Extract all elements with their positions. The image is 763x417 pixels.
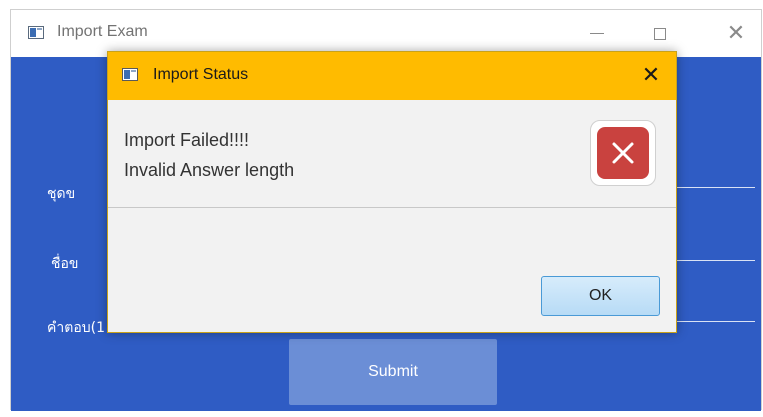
- submit-button[interactable]: Submit: [289, 339, 497, 405]
- dialog-message-area: Import Failed!!!! Invalid Answer length: [108, 100, 676, 208]
- minimize-button[interactable]: [574, 10, 620, 57]
- exam-set-field[interactable]: [677, 187, 755, 188]
- error-icon: [590, 120, 656, 186]
- ok-button[interactable]: OK: [541, 276, 660, 316]
- dialog-message-primary: Import Failed!!!!: [124, 130, 250, 150]
- dialog-message-detail: Invalid Answer length: [124, 160, 295, 180]
- close-icon: ✕: [726, 20, 746, 46]
- import-status-dialog: Import Status ✕ Import Failed!!!! Invali…: [107, 51, 677, 333]
- answer-field[interactable]: [677, 321, 755, 322]
- window-app-icon: [28, 26, 44, 39]
- dialog-close-button[interactable]: ✕: [636, 60, 666, 90]
- window-titlebar[interactable]: Import Exam ✕: [11, 10, 761, 57]
- maximize-icon: [654, 27, 666, 40]
- error-x-icon: [597, 127, 649, 179]
- minimize-icon: [590, 33, 604, 34]
- close-window-button[interactable]: ✕: [713, 10, 759, 57]
- exam-name-field[interactable]: [677, 260, 755, 261]
- maximize-button[interactable]: [637, 10, 683, 57]
- dialog-button-bar: OK: [108, 208, 676, 332]
- close-icon: ✕: [641, 62, 661, 88]
- dialog-app-icon: [122, 68, 138, 81]
- dialog-title: Import Status: [153, 66, 249, 83]
- window-title: Import Exam: [57, 23, 148, 40]
- dialog-titlebar[interactable]: Import Status ✕: [108, 52, 676, 100]
